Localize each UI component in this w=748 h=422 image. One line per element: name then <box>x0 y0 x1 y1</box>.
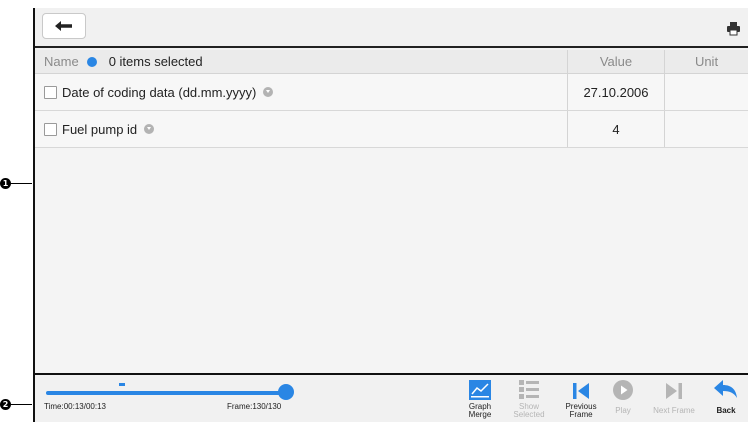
row-unit <box>665 74 748 110</box>
playback-frame: Frame:130/130 <box>227 402 282 411</box>
undo-arrow-icon <box>714 380 737 398</box>
show-selected-button[interactable]: Show Selected <box>509 377 549 422</box>
device-screen: Name 0 items selected Value Unit Date of… <box>33 8 748 422</box>
next-frame-label: Next Frame <box>653 406 695 415</box>
previous-frame-label: Previous Frame <box>565 402 597 419</box>
playback-time: Time:00:13/00:13 <box>44 402 106 411</box>
playback-toolbar: Time:00:13/00:13 Frame:130/130 Graph Mer… <box>35 377 748 422</box>
play-label: Play <box>615 406 631 415</box>
graph-merge-icon <box>469 380 491 400</box>
back-toolbar-button[interactable]: Back <box>707 377 745 422</box>
playback-slider-thumb[interactable] <box>278 384 294 400</box>
next-frame-button[interactable]: Next Frame <box>646 377 702 422</box>
skip-next-icon <box>666 383 682 399</box>
top-toolbar <box>35 8 748 48</box>
row-label: Date of coding data (dd.mm.yyyy) <box>62 84 257 100</box>
page: 1 2 Name 0 items selected Value Unit Dat… <box>0 0 748 422</box>
printer-icon <box>726 21 740 35</box>
playback-progress-track[interactable] <box>46 391 286 395</box>
column-name-header: Name <box>44 54 79 69</box>
checklist-icon <box>519 380 539 399</box>
callout-line <box>11 403 32 406</box>
header-name-cell: Name 0 items selected <box>35 50 568 73</box>
row-value: 4 <box>568 111 665 147</box>
table-header: Name 0 items selected Value Unit <box>35 50 748 74</box>
row-name-cell: Fuel pump id <box>35 111 568 147</box>
row-unit <box>665 111 748 147</box>
show-selected-label: Show Selected <box>513 402 545 419</box>
expand-info-icon[interactable] <box>263 87 274 97</box>
callout-line <box>11 182 32 185</box>
arrow-left-icon <box>55 21 72 31</box>
selection-count: 0 items selected <box>108 54 203 69</box>
data-stream-table: Name 0 items selected Value Unit Date of… <box>35 50 748 375</box>
back-button[interactable] <box>42 13 86 39</box>
bookmark-marker <box>119 383 125 386</box>
column-unit-header: Unit <box>694 54 719 69</box>
row-checkbox[interactable] <box>44 85 57 99</box>
back-label: Back <box>716 406 736 415</box>
previous-frame-button[interactable]: Previous Frame <box>558 377 604 422</box>
play-button[interactable]: Play <box>608 377 638 422</box>
graph-merge-button[interactable]: Graph Merge <box>460 377 500 422</box>
skip-previous-icon <box>573 383 589 399</box>
select-all-indicator[interactable] <box>86 56 97 67</box>
expand-info-icon[interactable] <box>144 124 155 134</box>
callout-2: 2 <box>0 399 32 410</box>
row-checkbox[interactable] <box>44 122 57 136</box>
column-value-header: Value <box>568 50 665 73</box>
table-row[interactable]: Date of coding data (dd.mm.yyyy) 27.10.2… <box>35 74 748 111</box>
print-button[interactable] <box>724 19 742 37</box>
play-icon <box>613 380 633 400</box>
row-value: 27.10.2006 <box>568 74 665 110</box>
row-name-cell: Date of coding data (dd.mm.yyyy) <box>35 74 568 110</box>
table-row[interactable]: Fuel pump id 4 <box>35 111 748 148</box>
callout-1: 1 <box>0 178 32 189</box>
callout-number: 2 <box>0 399 11 410</box>
row-label: Fuel pump id <box>62 121 138 137</box>
callout-number: 1 <box>0 178 11 189</box>
graph-merge-label: Graph Merge <box>468 402 492 419</box>
